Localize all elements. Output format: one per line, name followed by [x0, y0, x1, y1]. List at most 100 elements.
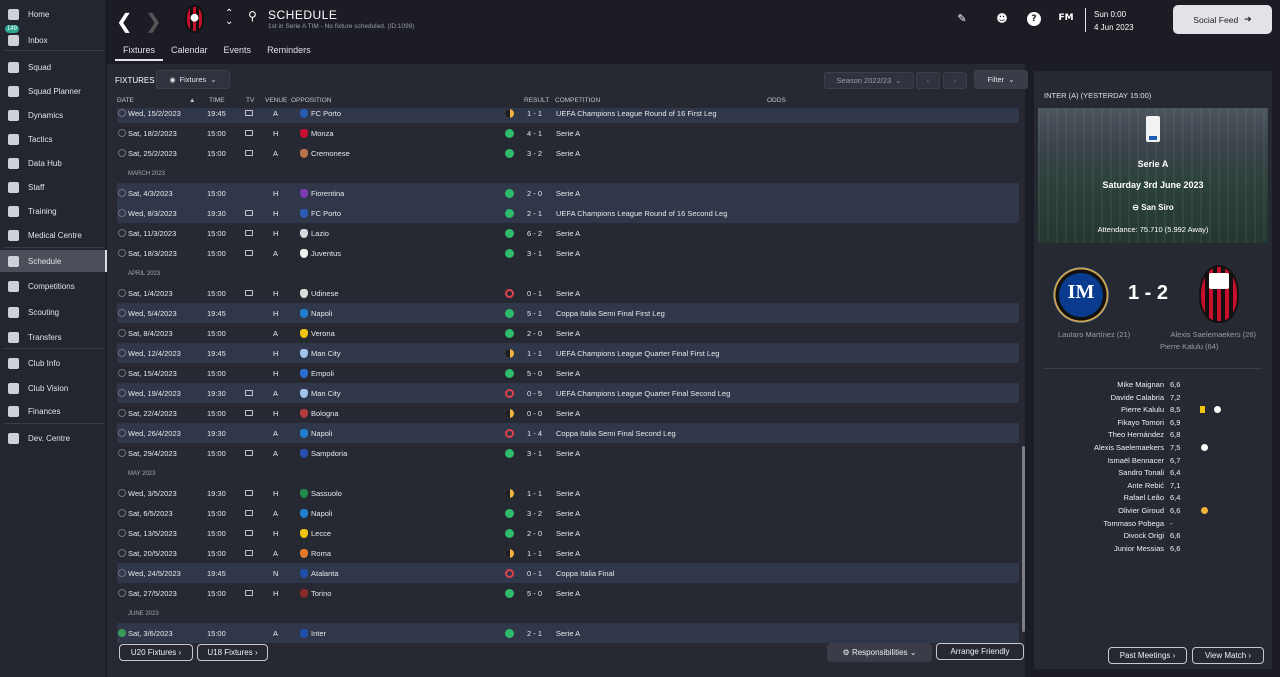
fixture-competition[interactable]: Serie A — [556, 529, 580, 538]
fixture-row[interactable]: Sat, 8/4/2023 15:00 A Verona 2 - 0 Serie A — [117, 323, 1019, 343]
switch-club-icon[interactable]: ⌃ ⌄ — [225, 9, 233, 27]
fixture-row[interactable]: Sat, 27/5/2023 15:00 H Torino 5 - 0 Serie A — [117, 583, 1019, 603]
fixture-checkbox[interactable] — [118, 329, 126, 337]
player-row[interactable]: Divock Origi 6,6 — [1034, 529, 1272, 542]
past-meetings-button[interactable]: Past Meetings › — [1108, 647, 1187, 664]
fixture-row[interactable]: Wed, 15/2/2023 19:45 A FC Porto 1 - 1 UEFA Ch… — [117, 108, 1019, 123]
fixture-row[interactable]: Sat, 4/3/2023 15:00 H Fiorentina 2 - 0 Serie … — [117, 183, 1019, 203]
fixture-competition[interactable]: Serie A — [556, 489, 580, 498]
season-prev-button[interactable]: ‹ — [916, 72, 940, 89]
season-next-button[interactable]: › — [943, 72, 967, 89]
fixture-opponent[interactable]: Empoli — [311, 369, 334, 378]
fixture-opponent[interactable]: Lecce — [311, 529, 331, 538]
col-time[interactable]: TIME — [209, 97, 225, 104]
tab-reminders[interactable]: Reminders — [259, 41, 319, 61]
fixture-opponent[interactable]: Monza — [311, 129, 334, 138]
fixture-competition[interactable]: UEFA Champions League Round of 16 Second… — [556, 209, 727, 218]
fixture-checkbox[interactable] — [118, 429, 126, 437]
col-tv[interactable]: TV — [246, 97, 254, 104]
col-venue[interactable]: VENUE — [265, 97, 287, 104]
sidebar-item-schedule[interactable]: Schedule — [0, 250, 107, 272]
fixture-checkbox[interactable] — [118, 589, 126, 597]
fixture-row[interactable]: Sat, 18/3/2023 15:00 A Juventus 3 - 1 Serie A — [117, 243, 1019, 263]
fixture-competition[interactable]: Serie A — [556, 409, 580, 418]
search-icon[interactable]: ⚲ — [248, 9, 257, 23]
edit-icon[interactable]: ✎ — [955, 12, 969, 26]
u20-fixtures-button[interactable]: U20 Fixtures › — [119, 644, 193, 661]
social-feed-button[interactable]: Social Feed ➜ — [1173, 5, 1272, 34]
fixture-competition[interactable]: UEFA Champions League Round of 16 First … — [556, 109, 717, 118]
fixture-checkbox[interactable] — [118, 629, 126, 637]
fixture-checkbox[interactable] — [118, 569, 126, 577]
fixture-row[interactable]: Sat, 1/4/2023 15:00 H Udinese 0 - 1 Serie A — [117, 283, 1019, 303]
fixture-checkbox[interactable] — [118, 389, 126, 397]
fixture-row[interactable]: Wed, 12/4/2023 19:45 H Man City 1 - 1 UEFA Ch… — [117, 343, 1019, 363]
sidebar-item-dynamics[interactable]: Dynamics — [0, 104, 107, 126]
scrollbar[interactable] — [1022, 446, 1025, 632]
sidebar-item-transfers[interactable]: Transfers — [0, 326, 107, 348]
fixture-checkbox[interactable] — [118, 229, 126, 237]
fixture-row[interactable]: Wed, 8/3/2023 19:30 H FC Porto 2 - 1 UEFA Cha… — [117, 203, 1019, 223]
fixture-competition[interactable]: UEFA Champions League Quarter Final Seco… — [556, 389, 730, 398]
fixture-competition[interactable]: Serie A — [556, 369, 580, 378]
fixture-row[interactable]: Sat, 22/4/2023 15:00 H Bologna 0 - 0 Serie A — [117, 403, 1019, 423]
fixture-competition[interactable]: Serie A — [556, 629, 580, 638]
fixture-opponent[interactable]: Fiorentina — [311, 189, 344, 198]
sidebar-item-finances[interactable]: Finances — [0, 400, 107, 422]
fixture-row[interactable]: Sat, 11/3/2023 15:00 H Lazio 6 - 2 Serie A — [117, 223, 1019, 243]
fixture-checkbox[interactable] — [118, 249, 126, 257]
help-icon[interactable]: ? — [1027, 12, 1041, 26]
sidebar-item-club-info[interactable]: Club Info — [0, 352, 107, 374]
sidebar-item-staff[interactable]: Staff — [0, 176, 107, 198]
fixture-checkbox[interactable] — [118, 349, 126, 357]
fixture-opponent[interactable]: Verona — [311, 329, 335, 338]
fixture-row[interactable]: Wed, 5/4/2023 19:45 H Napoli 5 - 1 Coppa Ital… — [117, 303, 1019, 323]
fixture-checkbox[interactable] — [118, 509, 126, 517]
fixture-checkbox[interactable] — [118, 109, 126, 117]
sidebar-item-tactics[interactable]: Tactics — [0, 128, 107, 150]
sidebar-item-medical-centre[interactable]: Medical Centre — [0, 224, 107, 246]
sidebar-item-training[interactable]: Training — [0, 200, 107, 222]
fixture-competition[interactable]: UEFA Champions League Quarter Final Firs… — [556, 349, 719, 358]
sidebar-item-dev-centre[interactable]: Dev. Centre — [0, 427, 107, 449]
fixture-checkbox[interactable] — [118, 409, 126, 417]
fixture-row[interactable]: Wed, 3/5/2023 19:30 H Sassuolo 1 - 1 Serie A — [117, 483, 1019, 503]
fixture-opponent[interactable]: Man City — [311, 349, 341, 358]
fixture-checkbox[interactable] — [118, 369, 126, 377]
fixture-competition[interactable]: Serie A — [556, 329, 580, 338]
col-result[interactable]: RESULT — [524, 97, 549, 104]
sidebar-item-competitions[interactable]: Competitions — [0, 275, 107, 297]
player-row[interactable]: Davide Calabria 7,2 — [1034, 391, 1272, 404]
fixture-checkbox[interactable] — [118, 529, 126, 537]
forward-arrow-icon[interactable]: ❯ — [145, 9, 162, 33]
fixture-row[interactable]: Sat, 13/5/2023 15:00 H Lecce 2 - 0 Serie A — [117, 523, 1019, 543]
fixture-competition[interactable]: Coppa Italia Semi Final Second Leg — [556, 429, 676, 438]
sidebar-item-inbox[interactable]: 149 Inbox — [0, 25, 107, 51]
player-row[interactable]: Theo Hernández 6,8 — [1034, 428, 1272, 441]
fixture-opponent[interactable]: Cremonese — [311, 149, 350, 158]
fixture-opponent[interactable]: FC Porto — [311, 109, 341, 118]
fixtures-dropdown[interactable]: ◉ Fixtures ⌄ — [156, 70, 230, 89]
player-row[interactable]: Mike Maignan 6,6 — [1034, 378, 1272, 391]
sidebar-item-squad[interactable]: Squad — [0, 56, 107, 78]
fixture-row[interactable]: Sat, 15/4/2023 15:00 H Empoli 5 - 0 Serie A — [117, 363, 1019, 383]
fixture-row[interactable]: Sat, 6/5/2023 15:00 A Napoli 3 - 2 Serie A — [117, 503, 1019, 523]
fixture-opponent[interactable]: Inter — [311, 629, 326, 638]
fixture-competition[interactable]: Serie A — [556, 149, 580, 158]
fm-logo[interactable]: FM — [1058, 13, 1074, 27]
player-row[interactable]: Junior Messias 6,6 — [1034, 542, 1272, 555]
fixture-opponent[interactable]: Napoli — [311, 509, 332, 518]
player-row[interactable]: Ismaël Bennacer 6,7 — [1034, 454, 1272, 467]
fixture-competition[interactable]: Serie A — [556, 509, 580, 518]
fixture-competition[interactable]: Serie A — [556, 129, 580, 138]
fixture-checkbox[interactable] — [118, 289, 126, 297]
fixture-competition[interactable]: Serie A — [556, 589, 580, 598]
tab-calendar[interactable]: Calendar — [163, 41, 216, 61]
fixture-row[interactable]: Sat, 18/2/2023 15:00 H Monza 4 - 1 Serie A — [117, 123, 1019, 143]
fixture-opponent[interactable]: Udinese — [311, 289, 339, 298]
fixture-opponent[interactable]: Torino — [311, 589, 331, 598]
fixture-opponent[interactable]: Juventus — [311, 249, 341, 258]
fixture-row[interactable]: Wed, 24/5/2023 19:45 N Atalanta 0 - 1 Coppa I… — [117, 563, 1019, 583]
fixture-row[interactable]: Wed, 26/4/2023 19:30 A Napoli 1 - 4 Coppa Ita… — [117, 423, 1019, 443]
fixture-opponent[interactable]: Lazio — [311, 229, 329, 238]
